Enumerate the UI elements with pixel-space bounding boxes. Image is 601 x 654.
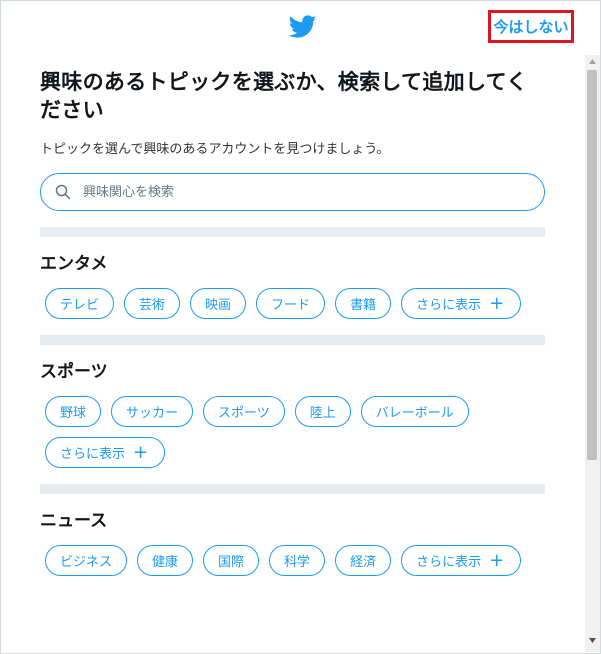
topic-chip[interactable]: サッカー bbox=[111, 396, 194, 427]
topic-chip[interactable]: ビジネス bbox=[45, 545, 128, 576]
show-more-label: さらに表示 bbox=[416, 298, 482, 313]
topic-chip[interactable]: 陸上 bbox=[294, 396, 351, 427]
topic-chip[interactable]: テレビ bbox=[45, 288, 115, 319]
show-more-button[interactable]: さらに表示 + bbox=[45, 437, 166, 468]
section-title-news: ニュース bbox=[40, 511, 108, 531]
show-more-button[interactable]: さらに表示 + bbox=[401, 288, 522, 319]
section-title-entertainment: エンタメ bbox=[40, 254, 108, 274]
topic-chip[interactable]: 経済 bbox=[335, 545, 392, 576]
section-divider bbox=[40, 335, 545, 345]
page-subtitle: トピックを選んで興味のあるアカウントを見つけましょう。 bbox=[40, 142, 390, 157]
section-divider bbox=[40, 227, 545, 237]
search-box[interactable] bbox=[40, 173, 545, 211]
plus-icon: + bbox=[133, 441, 149, 463]
topic-chip[interactable]: 健康 bbox=[137, 545, 194, 576]
modal-header: 今はしない bbox=[0, 0, 601, 54]
search-input[interactable] bbox=[81, 183, 505, 201]
scroll-up-arrow-icon[interactable] bbox=[588, 58, 597, 66]
section-title-sports: スポーツ bbox=[40, 362, 108, 382]
scroll-down-arrow-icon[interactable] bbox=[588, 636, 597, 644]
topic-chip[interactable]: 映画 bbox=[190, 288, 247, 319]
twitter-bird-icon bbox=[289, 15, 317, 38]
show-more-label: さらに表示 bbox=[416, 555, 482, 570]
topic-chip[interactable]: 芸術 bbox=[124, 288, 181, 319]
topic-chip[interactable]: 国際 bbox=[203, 545, 260, 576]
topic-chip-list: テレビ 芸術 映画 フード 書籍 さらに表示 + bbox=[45, 288, 545, 319]
section-divider bbox=[40, 484, 545, 494]
topic-chip[interactable]: スポーツ bbox=[203, 396, 285, 427]
topic-chip-list: 野球 サッカー スポーツ 陸上 バレーボール さらに表示 + bbox=[45, 396, 545, 468]
plus-icon: + bbox=[489, 549, 505, 571]
show-more-label: さらに表示 bbox=[60, 447, 126, 462]
topic-chip[interactable]: 科学 bbox=[269, 545, 326, 576]
plus-icon: + bbox=[489, 292, 505, 314]
topic-chip[interactable]: バレーボール bbox=[360, 396, 469, 427]
topic-chip[interactable]: 書籍 bbox=[335, 288, 392, 319]
skip-button[interactable]: 今はしない bbox=[488, 10, 574, 43]
show-more-button[interactable]: さらに表示 + bbox=[401, 545, 522, 576]
scrollbar-thumb[interactable] bbox=[587, 70, 597, 460]
page-title: 興味のあるトピックを選ぶか、検索して追加してください bbox=[40, 70, 528, 122]
search-icon bbox=[55, 184, 71, 200]
topic-chip[interactable]: 野球 bbox=[45, 396, 102, 427]
topic-chip-list: ビジネス 健康 国際 科学 経済 さらに表示 + bbox=[45, 545, 545, 576]
topics-content: 興味のあるトピックを選ぶか、検索して追加してください トピックを選んで興味のある… bbox=[40, 60, 545, 576]
topic-chip[interactable]: フード bbox=[256, 288, 326, 319]
